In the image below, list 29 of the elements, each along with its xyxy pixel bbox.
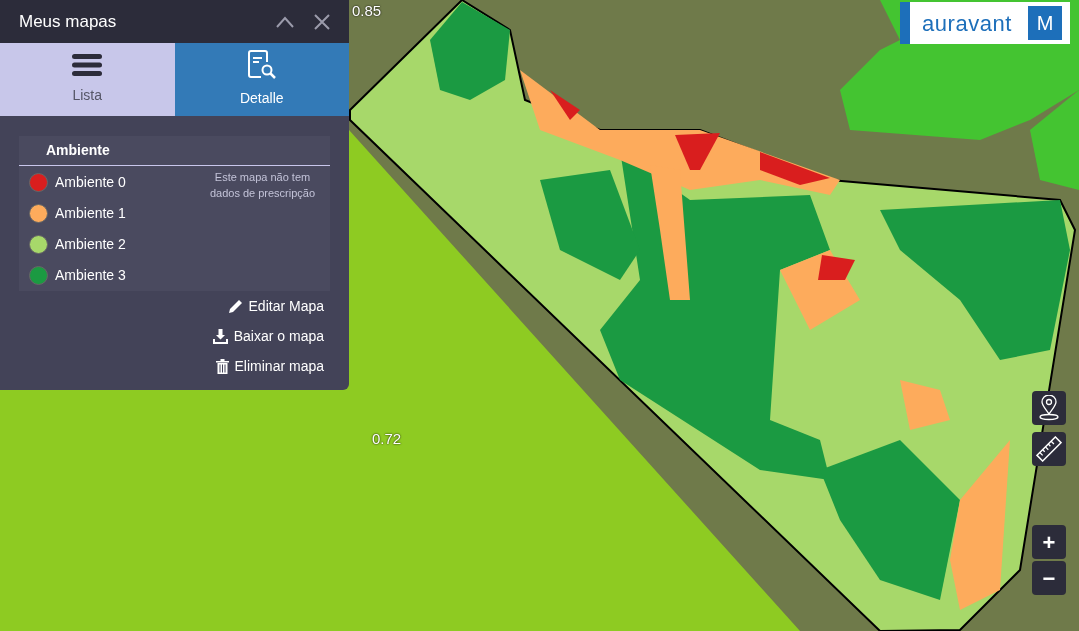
- close-icon[interactable]: [314, 13, 330, 30]
- tab[interactable]: Lista: [0, 43, 175, 116]
- legend-label: Ambiente 0: [55, 172, 126, 192]
- legend-label: Ambiente 3: [55, 265, 126, 285]
- measure-button[interactable]: [1032, 432, 1066, 466]
- legend-heading: Ambiente: [19, 136, 330, 166]
- location-button[interactable]: [1032, 391, 1066, 425]
- logo-text: auravant: [922, 9, 1013, 38]
- edit-map-button[interactable]: Editar Mapa: [227, 296, 324, 317]
- map-pin-icon: [1039, 395, 1059, 421]
- ruler-icon: [1036, 436, 1062, 462]
- tab[interactable]: Detalle: [174, 43, 349, 116]
- map-value-label: 0.85: [352, 1, 382, 21]
- menu-icon: [72, 53, 103, 77]
- trash-icon: [215, 359, 229, 374]
- download-map-button[interactable]: Baixar o mapa: [212, 326, 324, 347]
- download-icon: [212, 329, 228, 344]
- logo-badge: M: [1028, 6, 1062, 40]
- legend-label: Ambiente 2: [55, 234, 126, 254]
- document-search-icon: [246, 50, 277, 80]
- collapse-icon[interactable]: [276, 15, 294, 28]
- delete-map-button[interactable]: Eliminar mapa: [215, 356, 324, 377]
- legend-label: Ambiente 1: [55, 203, 126, 223]
- zoom-in-button[interactable]: +: [1032, 525, 1066, 559]
- prescription-note: Este mapa não tem dados de prescripção: [208, 170, 317, 201]
- map-value-label: 0.72: [372, 429, 402, 449]
- zoom-out-button[interactable]: −: [1032, 561, 1066, 595]
- panel-title: Meus mapas: [19, 10, 118, 33]
- pencil-icon: [227, 299, 243, 314]
